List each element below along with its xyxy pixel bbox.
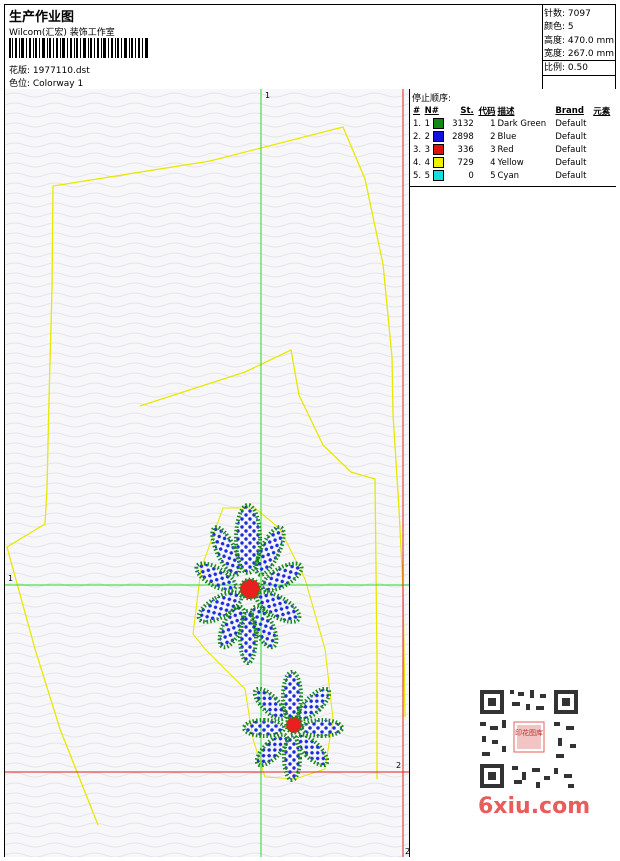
thread-swatch [432, 131, 444, 142]
color-count: 颜色: 5 [544, 22, 574, 32]
barcode [9, 38, 148, 58]
design-height: 高度: 470.0 mm [544, 36, 615, 46]
stop-sequence-table: # N# St. 代码 描述 Brand 元素 1. 1 3132 1 Dark… [412, 104, 614, 182]
thread-swatch [432, 118, 444, 129]
col-brand: Brand [555, 105, 584, 116]
stop-sequence-title: 停止顺序: [412, 94, 452, 104]
col-needle: N# [424, 105, 439, 116]
col-stitches: St. [460, 105, 474, 116]
table-row: 5. 5 0 5 Cyan Default [413, 170, 587, 181]
table-row: 1. 1 3132 1 Dark Green Default [413, 118, 587, 129]
design-scale: 比例: 0.50 [544, 63, 588, 73]
site-watermark: 6xiu.com [478, 794, 591, 819]
design-info-box: 针数: 7097 颜色: 5 高度: 470.0 mm 宽度: 267.0 mm… [542, 5, 616, 89]
table-row: 3. 3 336 3 Red Default [413, 144, 587, 155]
thread-swatch [432, 144, 444, 155]
axis-label-left: 1 [8, 574, 14, 583]
table-row: 4. 4 729 4 Yellow Default [413, 157, 587, 168]
design-file: 花版: 1977110.dst [9, 66, 90, 76]
sheet-title: 生产作业图 [9, 10, 75, 25]
colorway: 色位: Colorway 1 [9, 79, 84, 89]
col-description: 描述 [497, 106, 515, 117]
table-row: 2. 2 2898 2 Blue Default [413, 131, 587, 142]
col-element: 元素 [593, 106, 611, 117]
thread-swatch [432, 157, 444, 168]
sheet-header: 生产作业图 Wilcom(汇宏) 装饰工作室 花版: 1977110.dst 色… [5, 5, 616, 90]
production-sheet: 生产作业图 Wilcom(汇宏) 装饰工作室 花版: 1977110.dst 色… [4, 4, 616, 857]
axis-label-right: 2 [396, 761, 402, 770]
qr-code: 印花图库 [474, 684, 584, 794]
thread-swatch [432, 170, 444, 181]
stitch-count: 针数: 7097 [544, 9, 591, 19]
col-index: # [413, 105, 421, 116]
design-canvas: 1 1 2 2 [5, 89, 410, 857]
qr-logo-text: 印花图库 [515, 728, 543, 737]
col-code: 代码 [478, 106, 496, 117]
company-name: Wilcom(汇宏) 装饰工作室 [9, 28, 115, 38]
design-drawing [5, 89, 409, 857]
axis-label-top: 1 [265, 91, 271, 100]
design-width: 宽度: 267.0 mm [544, 49, 615, 59]
